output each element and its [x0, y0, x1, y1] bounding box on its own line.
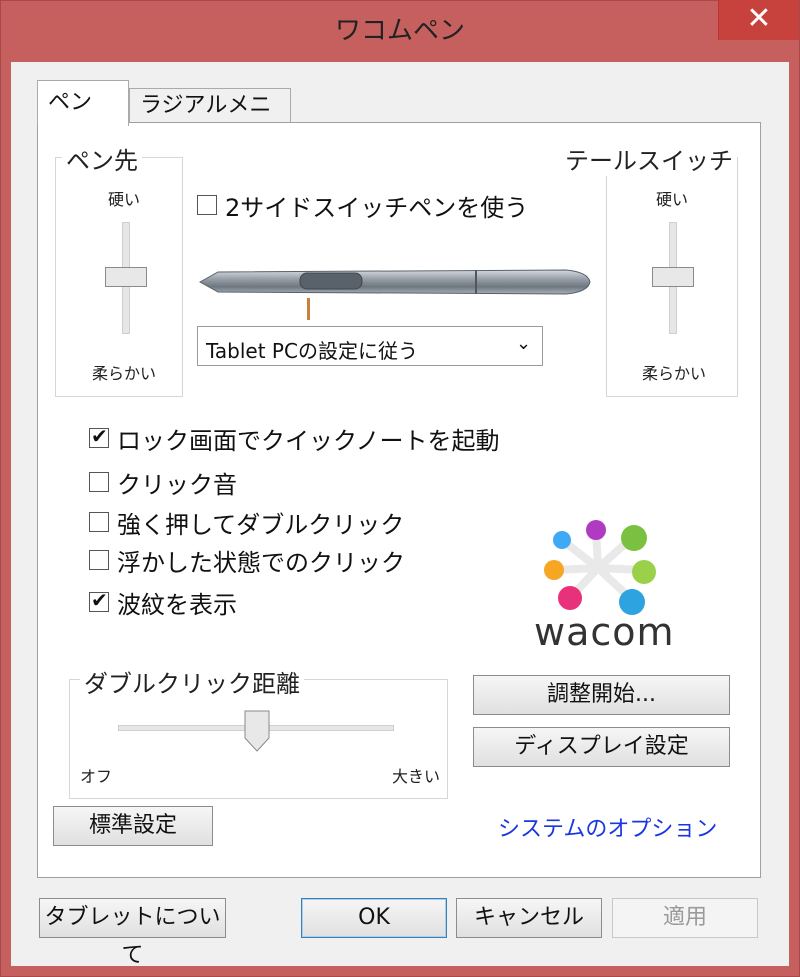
- pen-tip-soft-label: 柔らかい: [92, 364, 157, 383]
- option-checkbox-press-double-click[interactable]: [89, 512, 109, 532]
- tail-switch-title: テールスイッチ: [561, 141, 737, 176]
- option-checkbox-click-sound[interactable]: [89, 472, 109, 492]
- wacom-logo-icon: [544, 520, 656, 615]
- tail-switch-soft-label: 柔らかい: [642, 364, 707, 383]
- pen-tip-firm-label: 硬い: [108, 190, 141, 209]
- system-options-link[interactable]: システムのオプション: [498, 811, 717, 843]
- close-icon: ✕: [746, 1, 772, 36]
- option-label-click-sound: クリック音: [117, 471, 237, 499]
- double-click-large-label: 大きい: [392, 767, 441, 786]
- two-side-switch-label: 2サイドスイッチペンを使う: [225, 194, 529, 222]
- cancel-button[interactable]: キャンセル: [456, 898, 602, 938]
- tail-switch-firm-label: 硬い: [656, 190, 689, 209]
- apply-button[interactable]: 適用: [612, 898, 758, 938]
- ok-button[interactable]: OK: [301, 898, 447, 938]
- option-label-quicknote: ロック画面でクイックノートを起動: [117, 427, 500, 455]
- option-checkbox-ripple[interactable]: [89, 588, 109, 612]
- pen-button-function-value: Tablet PCの設定に従う: [206, 339, 418, 363]
- about-tablet-button[interactable]: タブレットについて: [39, 898, 226, 968]
- window-title: ワコムペン: [334, 16, 465, 46]
- pen-tip-slider-thumb[interactable]: [105, 267, 147, 287]
- close-button[interactable]: ✕: [718, 0, 799, 40]
- double-click-off-label: オフ: [80, 767, 113, 786]
- display-settings-button[interactable]: ディスプレイ設定: [473, 727, 730, 767]
- two-side-switch-checkbox[interactable]: [197, 195, 217, 215]
- option-checkbox-quicknote[interactable]: [89, 424, 109, 448]
- wacom-logo-text: wacom: [534, 610, 675, 654]
- pen-image: [198, 269, 591, 320]
- option-label-ripple: 波紋を表示: [117, 591, 237, 619]
- tab-pen-label: ペン: [48, 90, 93, 115]
- option-checkbox-hover-click[interactable]: [89, 550, 109, 570]
- pen-tip-title: ペン先: [62, 141, 142, 176]
- calibrate-button[interactable]: 調整開始...: [473, 675, 730, 715]
- option-label-hover-click: 浮かした状態でのクリック: [117, 549, 405, 577]
- pen-button-function-select[interactable]: Tablet PCの設定に従う ⌄: [197, 326, 543, 366]
- double-click-distance-thumb[interactable]: [244, 710, 270, 752]
- defaults-button[interactable]: 標準設定: [53, 806, 213, 846]
- double-click-distance-title: ダブルクリック距離: [80, 664, 304, 699]
- tab-radial-menu[interactable]: ラジアルメニュー: [129, 88, 291, 152]
- tab-pen[interactable]: ペン: [37, 80, 129, 126]
- option-label-press-double-click: 強く押してダブルクリック: [117, 511, 405, 539]
- chevron-down-icon: ⌄: [516, 333, 532, 354]
- tail-switch-slider-thumb[interactable]: [652, 267, 694, 287]
